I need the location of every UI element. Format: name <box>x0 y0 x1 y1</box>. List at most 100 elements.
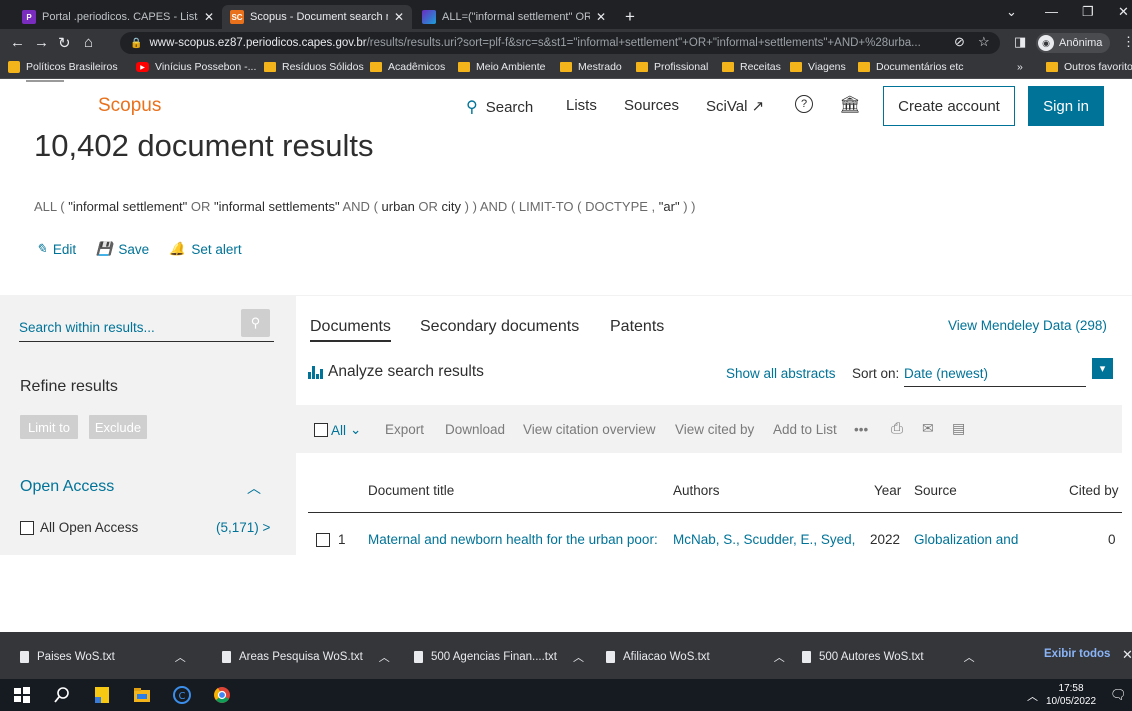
close-downloads-icon[interactable]: ✕ <box>1122 647 1132 663</box>
nav-search[interactable]: ⚲ Search <box>466 97 533 117</box>
download-button[interactable]: Download <box>445 422 505 437</box>
row-authors[interactable]: McNab, S., Scudder, E., Syed, <box>673 532 855 547</box>
email-icon[interactable]: ✉ <box>922 420 934 437</box>
row-source[interactable]: Globalization and <box>914 532 1018 547</box>
show-all-downloads-button[interactable]: Exibir todos <box>1044 648 1110 660</box>
windows-start-icon[interactable] <box>12 685 32 705</box>
chevron-up-icon[interactable]: ︿ <box>379 649 390 665</box>
chevron-down-icon[interactable]: ▾ <box>1092 358 1113 379</box>
create-account-button[interactable]: Create account <box>883 86 1015 126</box>
tab-wos[interactable]: ALL=("informal settlement" OR "i ✕ <box>414 5 614 29</box>
system-clock[interactable]: 17:58 10/05/2022 <box>1046 682 1096 708</box>
sticky-notes-icon[interactable] <box>92 685 112 705</box>
cortana-icon[interactable]: C <box>172 685 192 705</box>
chevron-up-icon[interactable]: ︿ <box>964 649 975 665</box>
export-button[interactable]: Export <box>385 422 424 437</box>
tab-secondary-documents[interactable]: Secondary documents <box>420 318 579 336</box>
col-source[interactable]: Source <box>914 483 957 498</box>
set-alert-button[interactable]: 🔔 Set alert <box>169 241 241 257</box>
incognito-badge[interactable]: ◉ Anônima <box>1036 33 1111 53</box>
more-options-icon[interactable]: ••• <box>854 422 868 437</box>
bookmark-item[interactable]: Viagens <box>790 61 846 73</box>
scopus-brand[interactable]: Scopus <box>98 95 161 117</box>
search-icon[interactable] <box>52 685 72 705</box>
col-year[interactable]: Year <box>874 483 901 498</box>
help-icon[interactable]: ? <box>795 95 813 113</box>
search-within-input[interactable]: Search within results... <box>19 310 274 342</box>
col-authors[interactable]: Authors <box>673 483 720 498</box>
home-icon[interactable]: ⌂ <box>84 34 93 51</box>
menu-dots-icon[interactable]: ⋮ <box>1122 34 1132 50</box>
edit-button[interactable]: ✎ Edit <box>36 241 76 257</box>
chevron-up-icon[interactable]: ︿ <box>247 478 261 498</box>
exclude-button[interactable]: Exclude <box>89 415 147 439</box>
bookmark-item[interactable]: Políticos Brasileiros <box>8 61 118 73</box>
row-cited-by[interactable]: 0 <box>1108 532 1116 547</box>
save-button[interactable]: 💾 Save <box>96 241 149 257</box>
tab-scopus[interactable]: SC Scopus - Document search results ✕ <box>222 5 412 29</box>
select-all-checkbox[interactable] <box>314 423 328 437</box>
tab-documents[interactable]: Documents <box>310 318 391 342</box>
all-open-access-checkbox[interactable] <box>20 520 34 535</box>
tray-chevron-icon[interactable]: ︿ <box>1027 688 1038 704</box>
eye-off-icon[interactable]: ⊘ <box>954 34 965 50</box>
nav-sources[interactable]: Sources <box>624 97 679 114</box>
bookmark-item[interactable]: Receitas <box>722 61 781 73</box>
nav-scival[interactable]: SciVal ↗ <box>706 97 764 115</box>
col-cited-by[interactable]: Cited by <box>1069 483 1119 498</box>
close-tab-icon[interactable]: ✕ <box>394 10 404 24</box>
institution-icon[interactable]: 🏛 <box>839 95 861 115</box>
bookmarks-overflow[interactable]: » <box>1017 61 1023 73</box>
back-icon[interactable]: ← <box>10 34 25 51</box>
print-icon[interactable]: ⎙ <box>891 420 903 437</box>
chevron-up-icon[interactable]: ︿ <box>573 649 584 665</box>
tab-patents[interactable]: Patents <box>610 318 664 336</box>
tab-search-icon[interactable]: ◨ <box>1014 34 1026 50</box>
row-title-link[interactable]: Maternal and newborn health for the urba… <box>368 532 658 547</box>
bookmark-item[interactable]: Profissional <box>636 61 708 73</box>
restore-icon[interactable]: ❐ <box>1082 4 1094 20</box>
bookmark-item[interactable]: Acadêmicos <box>370 61 445 73</box>
col-document-title[interactable]: Document title <box>368 483 454 498</box>
bookmark-star-icon[interactable]: ☆ <box>978 34 990 50</box>
bibliography-icon[interactable]: ▤ <box>952 420 965 437</box>
close-tab-icon[interactable]: ✕ <box>596 10 606 24</box>
analyze-results-link[interactable]: Analyze search results <box>308 363 484 381</box>
view-mendeley-link[interactable]: View Mendeley Data (298) <box>948 318 1107 333</box>
chrome-icon[interactable] <box>212 685 232 705</box>
download-item[interactable]: 500 Agencias Finan....txt ︿ <box>414 649 584 665</box>
download-item[interactable]: Afiliacao WoS.txt ︿ <box>606 649 785 665</box>
download-item[interactable]: Areas Pesquisa WoS.txt ︿ <box>222 649 390 665</box>
bookmark-item[interactable]: ▶ Vinícius Possebon -... <box>136 61 256 73</box>
bookmark-item[interactable]: Mestrado <box>560 61 622 73</box>
select-all-dropdown[interactable]: All ⌄ <box>314 422 361 438</box>
url-bar[interactable]: 🔒 www-scopus.ez87.periodicos.capes.gov.b… <box>120 32 1000 54</box>
show-all-abstracts-link[interactable]: Show all abstracts <box>726 366 836 381</box>
add-to-list-button[interactable]: Add to List <box>773 422 837 437</box>
bookmark-item[interactable]: Meio Ambiente <box>458 61 545 73</box>
bookmark-item[interactable]: Documentários etc <box>858 61 964 73</box>
close-tab-icon[interactable]: ✕ <box>204 10 214 24</box>
sign-in-button[interactable]: Sign in <box>1028 86 1104 126</box>
sort-select[interactable]: Date (newest) <box>904 366 1086 387</box>
all-open-access-count[interactable]: (5,171) > <box>216 520 270 535</box>
reload-icon[interactable]: ↻ <box>58 34 71 52</box>
download-item[interactable]: 500 Autores WoS.txt ︿ <box>802 649 975 665</box>
all-open-access-filter[interactable]: All Open Access <box>20 520 138 535</box>
tab-capes[interactable]: P Portal .periodicos. CAPES - Lista d ✕ <box>14 5 222 29</box>
row-checkbox[interactable] <box>316 532 330 547</box>
other-bookmarks[interactable]: Outros favoritos <box>1046 61 1132 73</box>
minimize-icon[interactable]: — <box>1045 4 1058 19</box>
new-tab-icon[interactable]: + <box>625 7 635 27</box>
file-explorer-icon[interactable] <box>132 685 152 705</box>
chevron-up-icon[interactable]: ︿ <box>774 649 785 665</box>
notifications-icon[interactable]: 🗨 <box>1110 687 1127 703</box>
tab-search-chevron-icon[interactable]: ⌄ <box>1006 4 1017 20</box>
forward-icon[interactable]: → <box>34 34 49 51</box>
chevron-up-icon[interactable]: ︿ <box>175 649 186 665</box>
limit-to-button[interactable]: Limit to <box>20 415 78 439</box>
window-close-icon[interactable]: ✕ <box>1118 4 1129 20</box>
view-cited-by-button[interactable]: View cited by <box>675 422 754 437</box>
open-access-heading[interactable]: Open Access <box>20 478 114 496</box>
citation-overview-button[interactable]: View citation overview <box>523 422 656 437</box>
